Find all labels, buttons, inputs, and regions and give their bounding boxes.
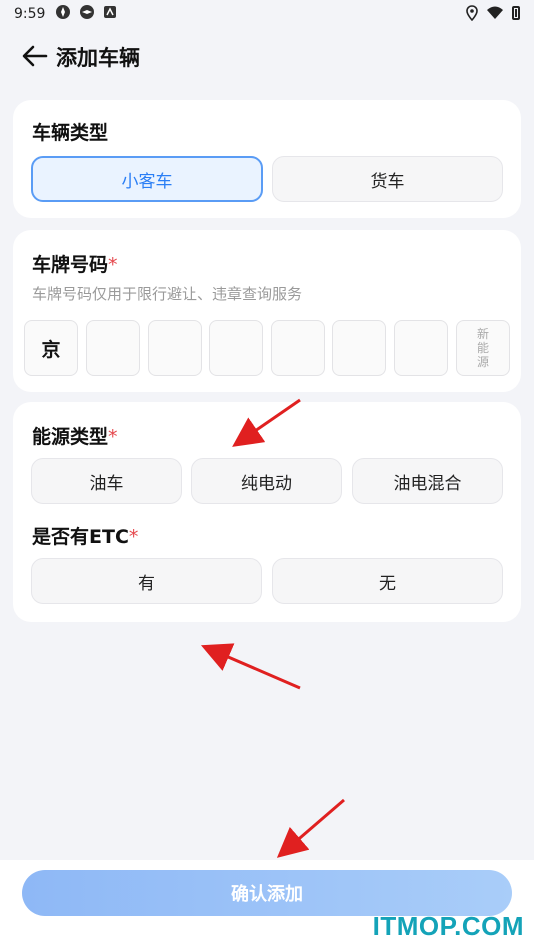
status-indicators [466,5,520,21]
location-icon [466,5,478,21]
energy-type-title-text: 能源类型 [32,426,109,448]
etc-title-text: 是否有ETC [32,526,129,548]
vehicle-type-option-truck[interactable]: 货车 [272,156,503,202]
energy-option-gasoline[interactable]: 油车 [31,458,182,504]
status-bar: 9:59 [0,0,534,28]
plate-province-cell[interactable]: 京 [24,320,78,376]
new-energy-label-char: 源 [476,355,489,369]
energy-option-electric[interactable]: 纯电动 [191,458,342,504]
etc-option-no[interactable]: 无 [272,558,503,604]
annotation-arrow [200,643,301,690]
plate-char-cell[interactable] [209,320,263,376]
vehicle-type-card: 车辆类型 小客车 货车 [13,100,521,218]
vehicle-type-option-car[interactable]: 小客车 [31,156,263,202]
app-notification-icon [55,4,71,24]
etc-title: 是否有ETC* [32,522,138,549]
annotation-arrow [276,798,345,858]
bottom-bar: 确认添加 ITMOP.COM [0,860,534,950]
plate-char-cell[interactable] [332,320,386,376]
vehicle-type-title: 车辆类型 [32,122,109,144]
plate-char-cell[interactable] [394,320,448,376]
wifi-icon [487,6,503,19]
required-mark: * [108,254,118,276]
plate-char-cell[interactable] [86,320,140,376]
header: 添加车辆 [0,30,534,82]
back-arrow-icon[interactable] [20,42,50,70]
energy-etc-card: 能源类型* 油车 纯电动 油电混合 是否有ETC* 有 无 [13,402,521,622]
page-title: 添加车辆 [56,46,140,70]
plate-title-text: 车牌号码 [32,254,109,276]
new-energy-label-char: 能 [476,341,489,355]
plate-new-energy-cell[interactable]: 新 能 源 [456,320,510,376]
new-energy-label-char: 新 [476,327,489,341]
plate-char-cell[interactable] [148,320,202,376]
plate-title: 车牌号码* [32,250,118,277]
watermark: ITMOP.COM [372,911,524,941]
license-plate-card: 车牌号码* 车牌号码仅用于限行避让、违章查询服务 京 新 能 源 [13,230,521,392]
plate-hint: 车牌号码仅用于限行避让、违章查询服务 [32,285,303,303]
confirm-add-button[interactable]: 确认添加 [22,870,512,916]
app-notification-icon [79,4,95,24]
energy-option-hybrid[interactable]: 油电混合 [352,458,503,504]
plate-char-cell[interactable] [271,320,325,376]
battery-icon [512,6,520,20]
app-notification-icon [103,5,117,23]
etc-option-yes[interactable]: 有 [31,558,262,604]
required-mark: * [108,426,118,448]
energy-type-title: 能源类型* [32,422,118,449]
required-mark: * [128,526,139,548]
status-time: 9:59 [14,6,46,22]
